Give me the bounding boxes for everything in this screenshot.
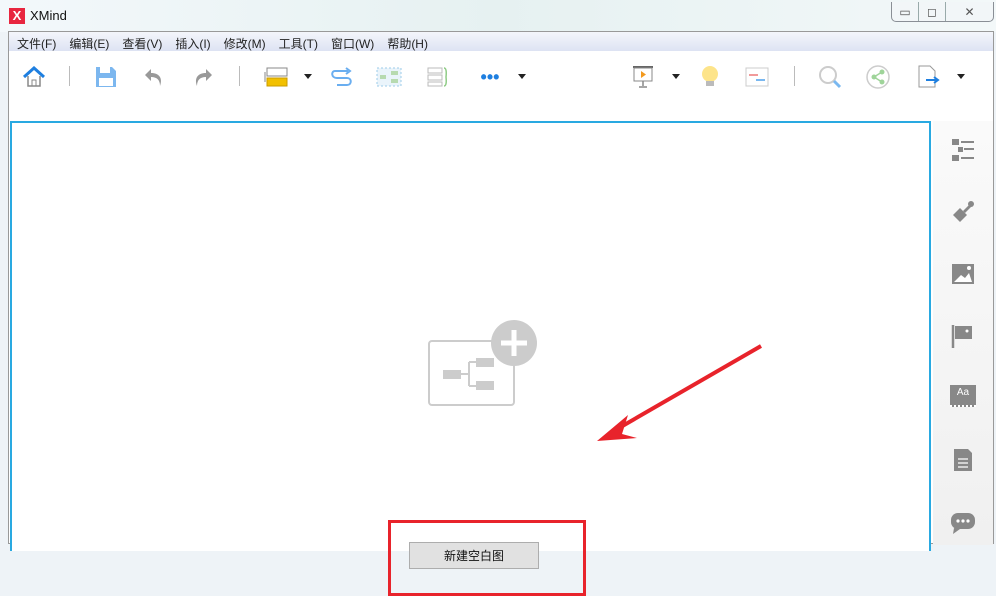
menu-edit[interactable]: 编辑(E) [61, 32, 109, 51]
menu-file[interactable]: 文件(F) [9, 32, 56, 51]
text-style-icon[interactable]: Aa [950, 385, 976, 407]
separator [794, 66, 795, 86]
presentation-dropdown-icon[interactable] [672, 74, 680, 79]
more-dropdown-icon[interactable] [518, 74, 526, 79]
separator [239, 66, 240, 86]
menu-window[interactable]: 窗口(W) [323, 32, 374, 51]
menu-bar: 文件(F) 编辑(E) 查看(V) 插入(I) 修改(M) 工具(T) 窗口(W… [9, 32, 993, 51]
outline-icon[interactable] [950, 137, 976, 163]
undo-icon[interactable] [141, 64, 167, 90]
title-bar: X XMind ▭ ◻ ✕ [0, 0, 996, 32]
window-title: XMind [30, 8, 67, 23]
home-icon[interactable] [21, 64, 47, 90]
image-icon[interactable] [950, 261, 976, 287]
relationship-icon[interactable] [329, 64, 355, 90]
new-blank-map-button[interactable]: 新建空白图 [409, 542, 539, 569]
map-canvas[interactable]: 新建空白图 [10, 121, 931, 596]
export-dropdown-icon[interactable] [957, 74, 965, 79]
menu-tools[interactable]: 工具(T) [271, 32, 318, 51]
search-icon[interactable] [817, 64, 843, 90]
app-window: 文件(F) 编辑(E) 查看(V) 插入(I) 修改(M) 工具(T) 窗口(W… [8, 31, 994, 596]
save-icon[interactable] [93, 64, 119, 90]
idea-icon[interactable] [697, 64, 723, 90]
toolbar: ••• [9, 52, 993, 100]
menu-view[interactable]: 查看(V) [114, 32, 162, 51]
restore-button[interactable]: ◻ [919, 2, 946, 21]
topic-icon[interactable] [263, 64, 289, 90]
gantt-icon[interactable] [744, 64, 770, 90]
right-sidebar: Aa [933, 121, 993, 545]
menu-help[interactable]: 帮助(H) [379, 32, 428, 51]
xmind-logo-icon: X [9, 8, 25, 24]
export-icon[interactable] [915, 64, 941, 90]
close-button[interactable]: ✕ [946, 2, 993, 21]
new-map-illustration-icon [428, 320, 537, 406]
red-arrow-annotation-icon [597, 344, 762, 441]
comments-icon[interactable] [950, 509, 976, 535]
summary-icon[interactable] [425, 64, 451, 90]
marker-flag-icon[interactable] [950, 323, 976, 349]
menu-insert[interactable]: 插入(I) [167, 32, 210, 51]
boundary-icon[interactable] [376, 64, 402, 90]
topic-dropdown-icon[interactable] [304, 74, 312, 79]
redo-icon[interactable] [190, 64, 216, 90]
notes-icon[interactable] [950, 447, 976, 473]
presentation-icon[interactable] [630, 64, 656, 90]
minimize-button[interactable]: ▭ [892, 2, 919, 21]
menu-modify[interactable]: 修改(M) [216, 32, 266, 51]
more-icon[interactable]: ••• [477, 64, 503, 90]
separator [69, 66, 70, 86]
share-icon[interactable] [865, 64, 891, 90]
window-controls: ▭ ◻ ✕ [891, 2, 994, 22]
format-brush-icon[interactable] [950, 199, 976, 225]
